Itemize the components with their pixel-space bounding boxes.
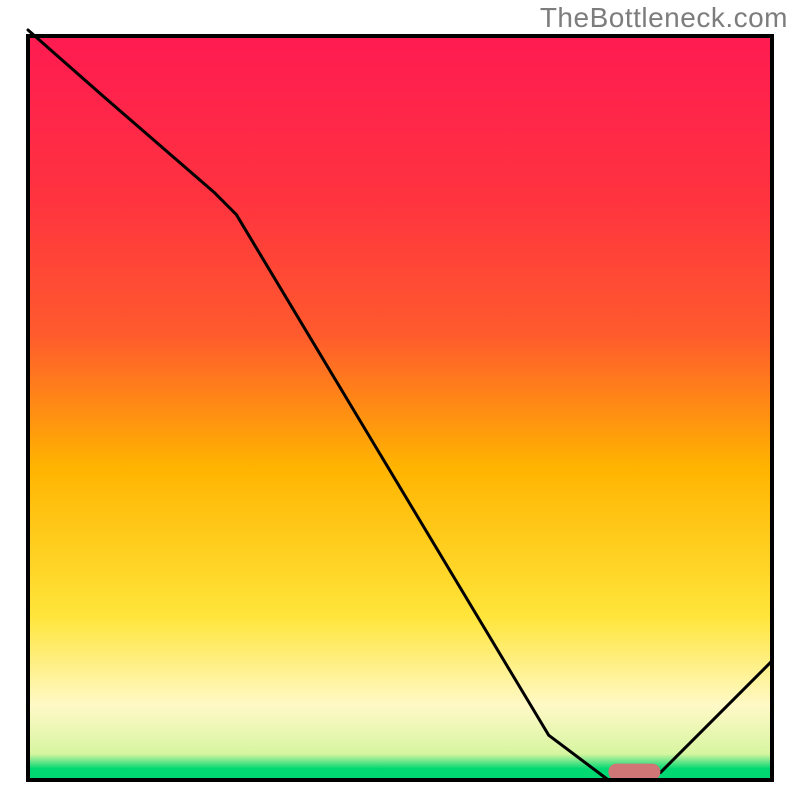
watermark-text: TheBottleneck.com: [540, 2, 788, 34]
chart-stage: TheBottleneck.com: [0, 0, 800, 800]
optimal-marker: [608, 764, 660, 780]
bottleneck-chart: [0, 0, 800, 800]
plot-background: [28, 36, 772, 780]
